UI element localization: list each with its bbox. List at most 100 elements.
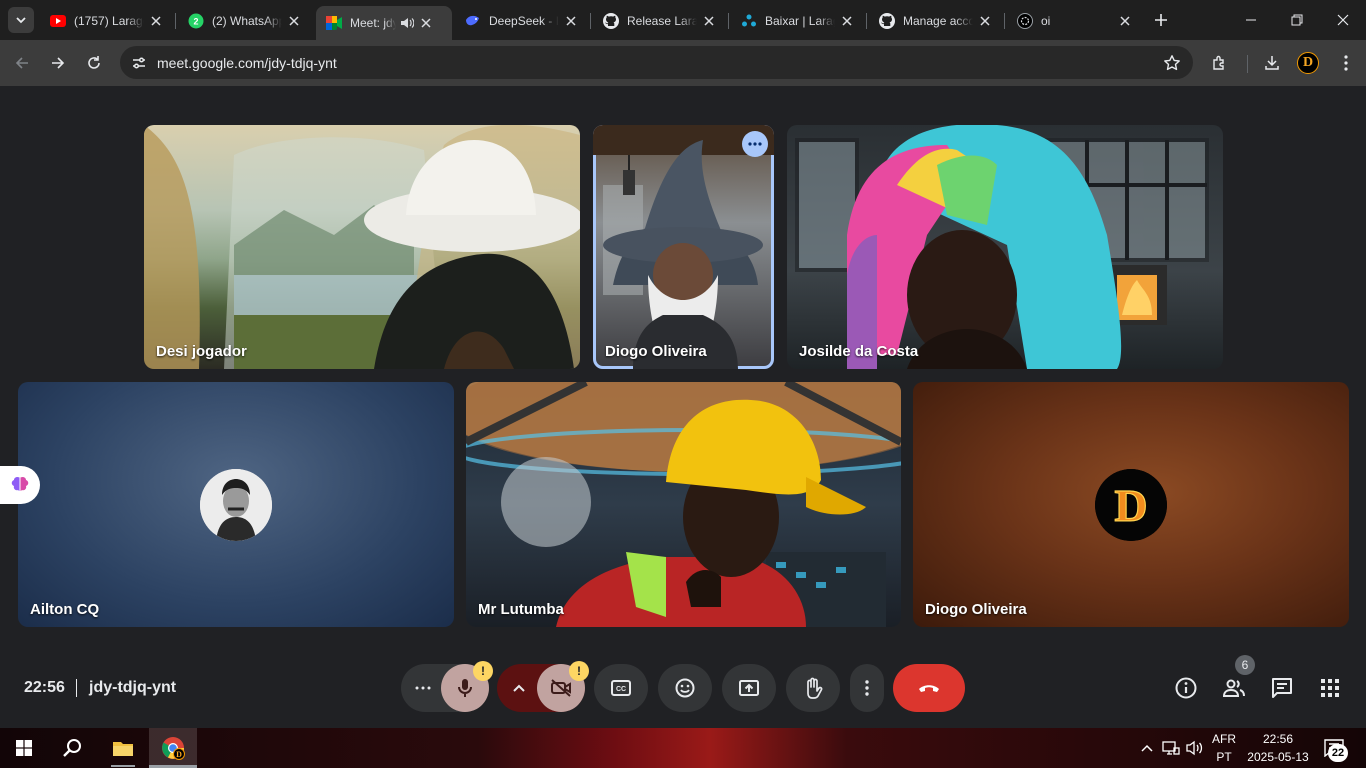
meeting-details-button[interactable] — [1172, 674, 1200, 702]
url-text[interactable]: meet.google.com/jdy-tdjq-ynt — [157, 55, 337, 71]
close-tab-icon[interactable] — [701, 13, 717, 29]
downloads-button[interactable] — [1258, 49, 1286, 77]
info-icon — [1175, 677, 1197, 699]
hand-icon — [807, 677, 823, 699]
meet-stage: Desi jogador Diogo Oliveira Josilde da C… — [0, 86, 1366, 728]
chat-icon — [1272, 678, 1292, 698]
speaker-icon[interactable] — [400, 17, 414, 29]
taskbar-search-button[interactable] — [48, 728, 96, 768]
restore-button[interactable] — [1274, 0, 1320, 40]
microphone-icon — [458, 679, 472, 697]
chrome-icon: D — [162, 737, 185, 760]
tab-chatgpt[interactable]: oi — [1007, 6, 1141, 36]
tab-title: (1757) Laragon — [74, 14, 144, 28]
more-horiz-icon — [415, 686, 431, 690]
participant-tile-active-speaker[interactable]: Diogo Oliveira — [593, 125, 774, 369]
chevron-up-icon — [513, 684, 525, 692]
camera-warning-badge: ! — [569, 661, 589, 681]
meeting-code: jdy-tdjq-ynt — [89, 679, 177, 696]
plus-icon — [1155, 14, 1167, 26]
close-tab-icon[interactable] — [977, 13, 993, 29]
language-indicator[interactable]: AFR — [1210, 732, 1238, 746]
participant-tile[interactable]: Mr Lutumba — [466, 382, 901, 627]
tab-google-meet[interactable]: Meet: jdy-tdjq-ynt — [316, 6, 452, 40]
video-feed — [593, 125, 774, 369]
emoji-icon — [675, 678, 695, 698]
download-icon — [1265, 56, 1279, 70]
participant-tile[interactable]: D Diogo Oliveira — [913, 382, 1349, 627]
svg-text:D: D — [176, 750, 182, 759]
participant-tile[interactable]: Desi jogador — [144, 125, 580, 369]
browser-toolbar: meet.google.com/jdy-tdjq-ynt — [0, 40, 1366, 86]
chrome-taskbar-button[interactable]: D — [149, 728, 197, 768]
tab-laragon-download[interactable]: Baixar | Laragon — [731, 6, 863, 36]
activities-button[interactable] — [1316, 674, 1344, 702]
tab-youtube[interactable]: (1757) Laragon — [40, 6, 172, 36]
tab-search-button[interactable] — [8, 7, 34, 33]
profile-avatar[interactable]: D — [1297, 52, 1319, 74]
leave-call-button[interactable] — [893, 664, 965, 712]
forward-button[interactable] — [44, 49, 72, 77]
more-options-button[interactable] — [850, 664, 884, 712]
extensions-button[interactable] — [1206, 49, 1234, 77]
close-window-button[interactable] — [1320, 0, 1366, 40]
keyboard-layout[interactable]: PT — [1210, 750, 1238, 764]
tab-title: DeepSeek - Into the Unknown — [489, 14, 559, 28]
tab-title: (2) WhatsApp — [212, 14, 282, 28]
running-indicator — [111, 765, 135, 767]
openai-icon — [1017, 13, 1033, 29]
notification-count-badge: 22 — [1328, 744, 1348, 762]
start-button[interactable] — [0, 728, 48, 768]
tab-github-release[interactable]: Release Laragon — [593, 6, 725, 36]
close-icon — [1337, 14, 1349, 26]
tab-title: Meet: jdy-tdjq-ynt — [350, 16, 396, 30]
minimize-icon — [1246, 19, 1256, 21]
chevron-down-icon — [16, 17, 26, 24]
bookmark-star-icon[interactable] — [1163, 54, 1181, 72]
companion-side-button[interactable] — [0, 466, 40, 504]
back-button[interactable] — [8, 49, 36, 77]
network-icon[interactable] — [1160, 728, 1182, 768]
divider — [76, 679, 77, 697]
taskbar-clock[interactable]: 22:56 — [1244, 732, 1312, 746]
participant-name: Desi jogador — [156, 343, 247, 360]
participant-tile[interactable]: Josilde da Costa — [787, 125, 1223, 369]
puzzle-icon — [1213, 55, 1224, 70]
close-tab-icon[interactable] — [286, 13, 302, 29]
new-tab-button[interactable] — [1150, 9, 1172, 31]
address-bar[interactable]: meet.google.com/jdy-tdjq-ynt — [120, 46, 1193, 79]
svg-text:2: 2 — [193, 17, 198, 27]
close-tab-icon[interactable] — [563, 13, 579, 29]
volume-icon[interactable] — [1184, 728, 1206, 768]
tile-options-button[interactable] — [742, 131, 768, 157]
participant-avatar — [200, 469, 272, 541]
youtube-icon — [50, 13, 66, 29]
tab-whatsapp[interactable]: 2 (2) WhatsApp — [178, 6, 310, 36]
chat-button[interactable] — [1268, 674, 1296, 702]
reactions-button[interactable] — [658, 664, 712, 712]
file-explorer-button[interactable] — [99, 728, 147, 768]
browser-menu-button[interactable] — [1332, 49, 1360, 77]
participant-tile[interactable]: Ailton CQ — [18, 382, 454, 627]
show-hidden-icons-button[interactable] — [1138, 728, 1156, 768]
captions-button[interactable]: CC — [594, 664, 648, 712]
site-info-icon[interactable] — [126, 50, 151, 75]
raise-hand-button[interactable] — [786, 664, 840, 712]
tab-github-account[interactable]: Manage account — [869, 6, 1001, 36]
close-tab-icon[interactable] — [418, 15, 434, 31]
people-button[interactable] — [1220, 674, 1248, 702]
github-icon — [603, 13, 619, 29]
close-tab-icon[interactable] — [1117, 13, 1133, 29]
participant-count-badge: 6 — [1235, 655, 1255, 675]
close-tab-icon[interactable] — [839, 13, 855, 29]
close-tab-icon[interactable] — [148, 13, 164, 29]
reload-button[interactable] — [80, 49, 108, 77]
svg-text:D: D — [1114, 480, 1147, 531]
video-feed — [144, 125, 580, 369]
taskbar-date[interactable]: 2025-05-13 — [1244, 750, 1312, 764]
tab-title: oi — [1041, 14, 1051, 28]
arrow-left-icon — [15, 57, 28, 69]
minimize-button[interactable] — [1228, 0, 1274, 40]
tab-deepseek[interactable]: DeepSeek - Into the Unknown — [455, 6, 587, 36]
present-screen-button[interactable] — [722, 664, 776, 712]
